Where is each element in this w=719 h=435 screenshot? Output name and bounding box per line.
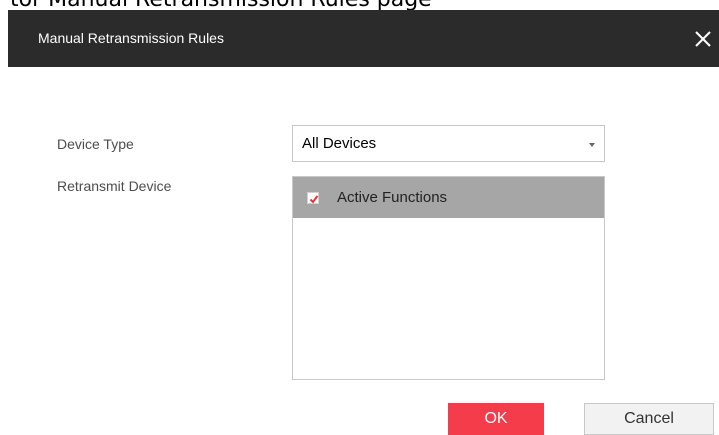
chevron-down-icon <box>589 143 595 147</box>
check-icon <box>309 195 319 204</box>
retransmit-device-label: Retransmit Device <box>57 178 172 194</box>
close-icon[interactable] <box>692 28 714 50</box>
device-type-select[interactable]: All Devices <box>292 125 605 162</box>
retransmit-device-list[interactable]: Active Functions <box>292 176 605 380</box>
dialog-title: Manual Retransmission Rules <box>38 30 224 46</box>
list-item-active-functions[interactable]: Active Functions <box>293 177 604 218</box>
device-type-value: All Devices <box>302 135 377 152</box>
device-type-label: Device Type <box>57 136 134 152</box>
list-item-label: Active Functions <box>337 189 448 206</box>
dialog-titlebar: Manual Retransmission Rules <box>8 10 719 67</box>
ok-button[interactable]: OK <box>448 403 544 435</box>
cancel-button[interactable]: Cancel <box>584 403 714 435</box>
checkbox-active-functions[interactable] <box>307 192 319 204</box>
